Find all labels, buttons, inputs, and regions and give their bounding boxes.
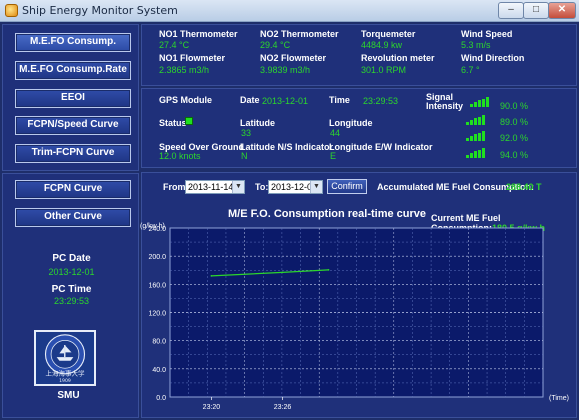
app-icon [5, 4, 18, 17]
nav-me-fo-consumption-rate[interactable]: M.E.FO Consump.Rate [15, 61, 131, 80]
logo-year: 1909 [59, 378, 71, 384]
x-axis-label: (Time) [549, 395, 569, 402]
y-tick-label: 0.0 [156, 395, 166, 402]
signal-value-3: 92.0 % [500, 133, 529, 143]
no2-flow-value: 3.9839 m3/h [260, 65, 311, 75]
confirm-button[interactable]: Confirm [327, 179, 367, 194]
no2-thermo-label: NO2 Thermometer [260, 29, 339, 39]
lat-indicator-value: N [241, 151, 248, 161]
no1-flow-label: NO1 Flowmeter [159, 53, 226, 63]
signal-value-1: 90.0 % [500, 101, 529, 111]
gps-status-indicator [185, 117, 193, 125]
close-button[interactable]: ✕ [548, 2, 576, 19]
pc-date-label: PC Date [52, 253, 91, 264]
data-point [327, 268, 330, 271]
y-tick-label: 40.0 [152, 367, 166, 374]
y-tick-label: 80.0 [152, 339, 166, 346]
pc-time-value: 23:29:53 [53, 296, 90, 306]
data-point [210, 274, 213, 277]
nav-trim-fcpn-curve[interactable]: Trim-FCPN Curve [15, 144, 131, 163]
sog-value: 12.0 knots [159, 151, 201, 161]
longitude-value: 44 [330, 128, 341, 138]
minimize-button[interactable]: – [498, 2, 524, 19]
gps-module-label: GPS Module [159, 95, 213, 105]
lon-indicator-value: E [330, 151, 337, 161]
no2-flow-label: NO2 Flowmeter [260, 53, 327, 63]
revolution-value: 301.0 RPM [361, 65, 407, 75]
gps-date-value: 2013-12-01 [262, 96, 309, 106]
x-tick-label: 23:26 [274, 404, 292, 411]
gps-time-label: Time [329, 95, 350, 105]
y-tick-label: 120.0 [148, 311, 166, 318]
wind-direction-label: Wind Direction [461, 53, 525, 63]
nav-panel-top: M.E.FO Consump. M.E.FO Consump.Rate EEOI… [2, 24, 139, 171]
latitude-label: Latitude [240, 118, 275, 128]
lat-indicator-label: Latitude N/S Indicator [240, 142, 334, 152]
nav-me-fo-consumption[interactable]: M.E.FO Consump. [15, 33, 131, 52]
signal-bars-icon [466, 148, 488, 158]
pc-time-label: PC Time [51, 284, 92, 295]
wind-speed-label: Wind Speed [461, 29, 513, 39]
nav-other-curve[interactable]: Other Curve [15, 208, 131, 227]
no2-thermo-value: 29.4 °C [260, 40, 291, 50]
nav-fcpn-speed-curve[interactable]: FCPN/Speed Curve [15, 116, 131, 135]
no1-thermo-value: 27.4 °C [159, 40, 190, 50]
nav-eeoi[interactable]: EEOI [15, 89, 131, 108]
logo-seal-text: 上海海事大学 [46, 369, 86, 378]
signal-bars-icon [470, 97, 492, 107]
torque-label: Torquemeter [361, 29, 416, 39]
no1-thermo-label: NO1 Thermometer [159, 29, 238, 39]
signal-bars-icon [466, 115, 488, 125]
wind-direction-value: 6.7 ° [461, 65, 480, 75]
smu-logo: 上海海事大学 1909 [34, 330, 96, 386]
logo-caption: SMU [57, 390, 80, 401]
gps-time-value: 23:29:53 [363, 96, 399, 106]
gps-status-label: Status [159, 118, 187, 128]
signal-intensity-text: Signal Intensity [426, 92, 464, 111]
from-date-value: 2013-11-14 [188, 182, 234, 192]
from-date-picker[interactable]: 2013-11-14 ▼ [185, 180, 245, 194]
y-tick-label: 200.0 [148, 254, 166, 261]
revolution-label: Revolution meter [361, 53, 435, 63]
title-bar: Ship Energy Monitor System – □ ✕ [0, 0, 579, 22]
window-title: Ship Energy Monitor System [22, 4, 178, 17]
longitude-label: Longitude [329, 118, 373, 128]
signal-intensity-label: Signal Intensity [426, 93, 466, 111]
lon-indicator-label: Longitude E/W Indicator [329, 142, 433, 152]
to-label: To: [255, 182, 269, 192]
accum-consumption-value: 288.40 T [506, 182, 542, 192]
maximize-button[interactable]: □ [523, 2, 549, 19]
y-axis-label: (g/kw h) [140, 223, 165, 230]
no1-flow-value: 2.3865 m3/h [159, 65, 210, 75]
chevron-down-icon[interactable]: ▼ [310, 181, 322, 193]
chevron-down-icon[interactable]: ▼ [232, 181, 244, 193]
y-tick-label: 160.0 [148, 282, 166, 289]
consumption-chart: 0.040.080.0120.0160.0200.0240.023:20 23:2… [140, 223, 569, 411]
signal-bars-icon [466, 131, 488, 141]
gps-date-label: Date [240, 95, 260, 105]
nav-fcpn-curve[interactable]: FCPN Curve [15, 180, 131, 199]
data-point [281, 271, 284, 274]
latitude-value: 33 [241, 128, 252, 138]
torque-value: 4484.9 kw [361, 40, 403, 50]
signal-value-4: 94.0 % [500, 150, 529, 160]
to-date-picker[interactable]: 2013-12-01 ▼ [268, 180, 323, 194]
pc-date-value: 2013-12-01 [48, 267, 95, 277]
x-tick-label: 23:20 [203, 404, 221, 411]
signal-value-2: 89.0 % [500, 117, 529, 127]
wind-speed-value: 5.3 m/s [461, 40, 491, 50]
